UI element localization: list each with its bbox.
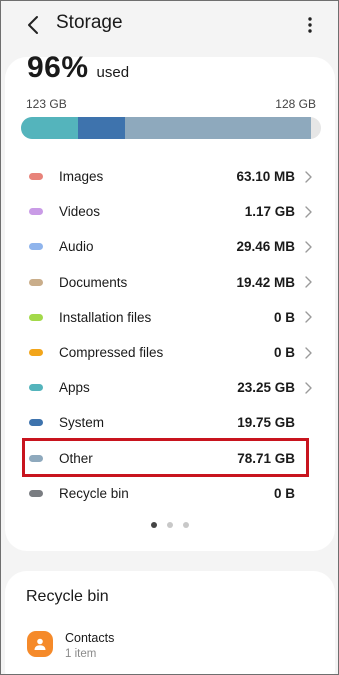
recycle-bin-card: Recycle bin Contacts 1 item (5, 571, 335, 674)
category-row-images[interactable]: Images 63.10 MB (5, 159, 335, 194)
recycle-bin-title: Recycle bin (26, 588, 109, 605)
used-amount: 123 GB (26, 97, 67, 111)
back-button[interactable] (17, 9, 49, 41)
category-size: 0 B (273, 485, 295, 501)
category-row-other: Other 78.71 GB (5, 441, 335, 476)
category-label: Videos (59, 204, 101, 220)
recycle-item-label: Contacts (65, 631, 115, 645)
category-color-dot (29, 384, 43, 392)
person-icon (27, 631, 53, 657)
chevron-right-icon (303, 275, 313, 289)
category-row-installation-files[interactable]: Installation files 0 B (5, 300, 335, 335)
category-size: 63.10 MB (236, 169, 295, 185)
percent-used: 96% (27, 51, 89, 84)
category-color-dot (29, 243, 43, 251)
category-row-documents[interactable]: Documents 19.42 MB (5, 265, 335, 300)
category-size: 19.42 MB (236, 274, 295, 290)
category-color-dot (29, 278, 43, 286)
category-color-dot (29, 419, 43, 427)
usage-summary: 96% used (27, 51, 129, 85)
page-indicator (5, 522, 335, 528)
category-color-dot (29, 173, 43, 181)
category-list: Images 63.10 MB Videos 1.17 GB Audio 29.46 MB… (5, 159, 335, 511)
usage-segment-system (78, 117, 125, 139)
category-size: 0 B (273, 345, 295, 361)
page-dot[interactable] (151, 522, 157, 528)
category-size: 19.75 GB (237, 415, 295, 431)
screen: Storage 96% used 123 GB 128 GB Images 63.… (0, 0, 339, 675)
category-label: Other (59, 450, 93, 466)
category-size: 0 B (273, 309, 295, 325)
category-color-dot (29, 349, 43, 357)
chevron-right-icon (303, 205, 313, 219)
back-arrow-icon (28, 16, 38, 34)
category-row-audio[interactable]: Audio 29.46 MB (5, 229, 335, 264)
category-row-apps[interactable]: Apps 23.25 GB (5, 370, 335, 405)
category-size: 23.25 GB (237, 380, 295, 396)
chevron-right-icon (303, 346, 313, 360)
category-row-recycle-bin: Recycle bin 0 B (5, 476, 335, 511)
app-bar: Storage (1, 1, 338, 49)
category-size: 29.46 MB (236, 239, 295, 255)
page-title: Storage (56, 12, 123, 33)
used-label: used (96, 64, 130, 81)
chevron-right-icon (303, 310, 313, 324)
recycle-item-count: 1 item (65, 648, 97, 660)
category-color-dot (29, 454, 43, 462)
recycle-item-contacts[interactable]: Contacts 1 item (5, 627, 335, 667)
more-vertical-icon (308, 17, 312, 33)
total-amount: 128 GB (275, 97, 316, 111)
page-dot[interactable] (183, 522, 189, 528)
category-size: 78.71 GB (237, 450, 295, 466)
category-row-compressed-files[interactable]: Compressed files 0 B (5, 335, 335, 370)
category-label: Recycle bin (59, 485, 129, 501)
storage-card: 96% used 123 GB 128 GB Images 63.10 MB Vid… (5, 51, 335, 551)
chevron-right-icon (303, 240, 313, 254)
usage-segment-other (124, 117, 311, 139)
category-row-videos[interactable]: Videos 1.17 GB (5, 194, 335, 229)
category-color-dot (29, 313, 43, 321)
category-label: Compressed files (59, 345, 164, 361)
page-dot[interactable] (167, 522, 173, 528)
category-label: Apps (59, 380, 90, 396)
more-options-button[interactable] (298, 9, 322, 41)
chevron-right-icon (303, 381, 313, 395)
category-color-dot (29, 489, 43, 497)
chevron-right-icon (303, 170, 313, 184)
category-color-dot (29, 208, 43, 216)
category-label: Images (59, 169, 104, 185)
category-label: System (59, 415, 105, 431)
category-row-system: System 19.75 GB (5, 405, 335, 440)
category-size: 1.17 GB (244, 204, 295, 220)
category-label: Audio (59, 239, 94, 255)
usage-bar (21, 117, 321, 139)
category-label: Installation files (59, 309, 152, 325)
category-label: Documents (59, 274, 128, 290)
usage-segment-apps (21, 117, 78, 139)
